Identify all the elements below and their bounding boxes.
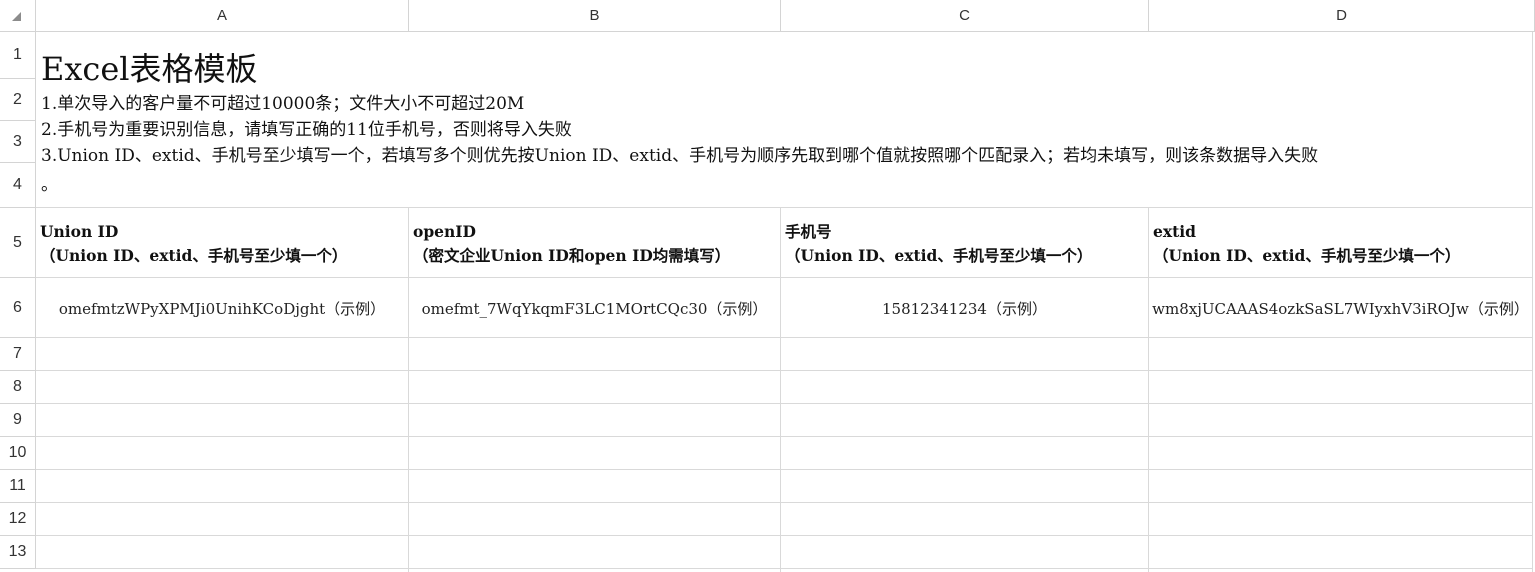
- select-all-corner[interactable]: [0, 0, 36, 32]
- grid-line: [36, 469, 1533, 470]
- header-note: （密文企业Union ID和open ID均需填写）: [413, 246, 731, 265]
- row-header-10[interactable]: 10: [0, 437, 36, 470]
- instruction-line-4: 。: [41, 175, 58, 195]
- row-header-9[interactable]: 9: [0, 404, 36, 437]
- cell-d6-example[interactable]: wm8xjUCAAAS4ozkSaSL7WIyxhV3iROJw（示例）: [1149, 278, 1532, 338]
- instruction-line-1: 1.单次导入的客户量不可超过10000条；文件大小不可超过20M: [41, 94, 525, 114]
- header-note: （Union ID、extid、手机号至少填一个）: [785, 246, 1093, 265]
- grid-line: [36, 403, 1533, 404]
- header-label: extid: [1153, 222, 1196, 241]
- column-header-a[interactable]: A: [36, 0, 409, 32]
- merged-instruction-cell[interactable]: Excel表格模板 1.单次导入的客户量不可超过10000条；文件大小不可超过2…: [36, 32, 1533, 208]
- cell-b6-example[interactable]: omefmt_7WqYkqmF3LC1MOrtCQc30（示例）: [409, 278, 780, 338]
- row-header-13[interactable]: 13: [0, 536, 36, 569]
- row-header-8[interactable]: 8: [0, 371, 36, 404]
- row-header-3[interactable]: 3: [0, 121, 36, 163]
- column-header-b[interactable]: B: [409, 0, 781, 32]
- grid-line: [36, 436, 1533, 437]
- instruction-line-3: 3.Union ID、extid、手机号至少填写一个，若填写多个则优先按Unio…: [41, 146, 1319, 166]
- row-header-5[interactable]: 5: [0, 208, 36, 278]
- cell-c6-example[interactable]: 15812341234（示例）: [781, 278, 1148, 338]
- header-label: openID: [413, 222, 476, 241]
- row-header-12[interactable]: 12: [0, 503, 36, 536]
- row-header-2[interactable]: 2: [0, 79, 36, 121]
- cell-c5-phone-header[interactable]: 手机号 （Union ID、extid、手机号至少填一个）: [781, 208, 1148, 278]
- header-note: （Union ID、extid、手机号至少填一个）: [1153, 246, 1461, 265]
- instruction-line-2: 2.手机号为重要识别信息，请填写正确的11位手机号，否则将导入失败: [41, 120, 572, 140]
- cell-b5-openid-header[interactable]: openID （密文企业Union ID和open ID均需填写）: [409, 208, 780, 278]
- grid-line: [36, 535, 1533, 536]
- grid-line: [36, 502, 1533, 503]
- cell-a5-union-id-header[interactable]: Union ID （Union ID、extid、手机号至少填一个）: [36, 208, 408, 278]
- header-note: （Union ID、extid、手机号至少填一个）: [40, 246, 348, 265]
- row-header-6[interactable]: 6: [0, 278, 36, 338]
- row-header-7[interactable]: 7: [0, 338, 36, 371]
- select-all-icon: [12, 12, 21, 21]
- grid-line: [36, 370, 1533, 371]
- grid-line: [36, 568, 1533, 569]
- cell-a6-example[interactable]: omefmtzWPyXPMJi0UnihKCoDjght（示例）: [36, 278, 408, 338]
- template-title: Excel表格模板: [41, 50, 258, 88]
- row-header-4[interactable]: 4: [0, 163, 36, 208]
- row-header-11[interactable]: 11: [0, 470, 36, 503]
- column-header-d[interactable]: D: [1149, 0, 1535, 32]
- spreadsheet: A B C D 1 2 3 4 5 6 7 8 9 10 11 12 13 Ex…: [0, 0, 1535, 572]
- header-label: 手机号: [785, 222, 832, 241]
- column-header-c[interactable]: C: [781, 0, 1149, 32]
- header-label: Union ID: [40, 222, 119, 241]
- cell-d5-extid-header[interactable]: extid （Union ID、extid、手机号至少填一个）: [1149, 208, 1532, 278]
- grid-line: [1532, 208, 1533, 572]
- row-header-1[interactable]: 1: [0, 32, 36, 79]
